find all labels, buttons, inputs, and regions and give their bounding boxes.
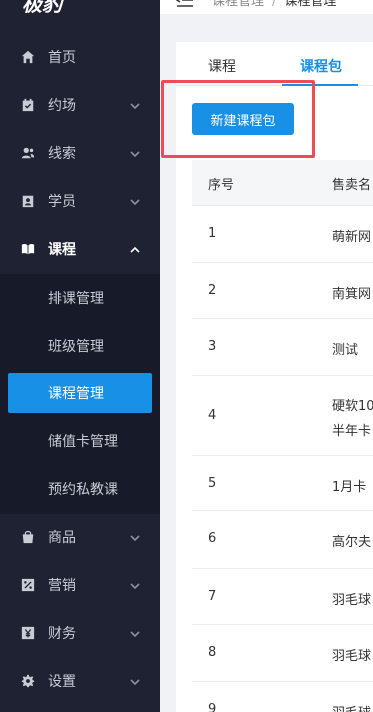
sidebar-item-leads[interactable]: 线索 <box>0 129 160 177</box>
chevron-up-icon <box>130 243 142 255</box>
row-index: 5 <box>208 476 217 491</box>
table-row[interactable]: 2 南箕网 <box>192 263 373 319</box>
row-index: 6 <box>208 531 217 546</box>
row-index: 7 <box>208 589 217 604</box>
row-name: 羽毛球 <box>332 649 372 664</box>
gear-icon <box>20 673 36 689</box>
sidebar-item-home[interactable]: 首页 <box>0 33 160 81</box>
sidebar-item-label: 约场 <box>48 98 76 114</box>
percent-icon <box>20 577 36 593</box>
table-header: 序号 售卖名 <box>192 160 373 206</box>
row-index: 3 <box>208 339 217 354</box>
table-row[interactable]: 7 羽毛球 <box>192 569 373 625</box>
row-index: 1 <box>208 226 217 241</box>
breadcrumb-current: 课程管理 <box>284 0 337 9</box>
sidebar-item-students[interactable]: 学员 <box>0 177 160 225</box>
submenu-item-private-lessons[interactable]: 预约私教课 <box>8 469 152 509</box>
top-header: 课程管理 / 课程管理 <box>160 0 373 14</box>
row-index: 2 <box>208 283 217 298</box>
content-card: 课程 课程包 新建课程包 序号 售卖名 1 萌新网 2 南箕网 3 测试 4 硬… <box>176 42 373 712</box>
sidebar-item-label: 商品 <box>48 530 76 546</box>
table-row[interactable]: 6 高尔夫 <box>192 511 373 569</box>
sidebar-item-settings[interactable]: 设置 <box>0 657 160 705</box>
table-row[interactable]: 1 萌新网 <box>192 206 373 263</box>
row-name: 硬软10 <box>332 399 373 414</box>
submenu-item-scheduling[interactable]: 排课管理 <box>8 278 152 318</box>
breadcrumb-separator: / <box>272 0 277 9</box>
column-header-index: 序号 <box>208 178 235 193</box>
sidebar-item-label: 首页 <box>48 50 76 66</box>
breadcrumb: 课程管理 / 课程管理 <box>212 0 336 9</box>
tab-bar: 课程 课程包 <box>176 42 373 86</box>
chevron-down-icon <box>130 147 142 159</box>
submenu-item-course-management[interactable]: 课程管理 <box>8 373 152 413</box>
sidebar-item-finance[interactable]: 财务 <box>0 609 160 657</box>
active-tab-indicator <box>282 84 358 86</box>
sidebar-item-label: 线索 <box>48 146 76 162</box>
row-name: 1月卡 <box>332 480 367 495</box>
shopping-bag-icon <box>20 529 36 545</box>
table-row[interactable]: 3 测试 <box>192 319 373 376</box>
row-name: 羽毛球 <box>332 702 371 712</box>
row-name: 羽毛球 <box>332 593 372 608</box>
sidebar-item-products[interactable]: 商品 <box>0 513 160 561</box>
row-index: 9 <box>208 702 217 712</box>
submenu-item-stored-value-cards[interactable]: 储值卡管理 <box>8 421 152 461</box>
submenu-item-label: 班级管理 <box>48 339 104 355</box>
id-card-icon <box>20 193 36 209</box>
chevron-down-icon <box>130 627 142 639</box>
chevron-down-icon <box>130 579 142 591</box>
row-index: 8 <box>208 645 217 660</box>
row-index: 4 <box>208 408 217 423</box>
table-row[interactable]: 8 羽毛球 <box>192 625 373 682</box>
chevron-down-icon <box>130 195 142 207</box>
row-name: 南箕网 <box>332 287 372 302</box>
submenu-item-label: 排课管理 <box>48 291 104 307</box>
row-name: 测试 <box>332 343 359 358</box>
sidebar: 极豹 首页 约场 线索 学员 课程 排课管理 班级管理 课程管理 储值卡管理 预… <box>0 0 160 712</box>
row-name: 高尔夫 <box>332 535 372 550</box>
submenu-item-label: 储值卡管理 <box>48 434 118 450</box>
home-icon <box>20 49 36 65</box>
column-header-name: 售卖名 <box>332 178 372 193</box>
submenu-item-label: 课程管理 <box>48 386 104 402</box>
sidebar-item-label: 学员 <box>48 194 76 210</box>
yen-icon <box>20 625 36 641</box>
sidebar-item-label: 财务 <box>48 626 76 642</box>
sidebar-item-label: 设置 <box>48 674 76 690</box>
table-row[interactable]: 9 羽毛球 <box>192 682 373 712</box>
submenu-item-label: 预约私教课 <box>48 482 118 498</box>
book-icon <box>20 241 36 257</box>
chevron-down-icon <box>130 99 142 111</box>
users-icon <box>20 145 36 161</box>
app-logo: 极豹 <box>22 0 62 16</box>
sidebar-item-label: 课程 <box>48 242 76 258</box>
chevron-down-icon <box>130 531 142 543</box>
row-name-line2: 半年卡 <box>332 424 372 439</box>
row-name: 萌新网 <box>332 230 372 245</box>
course-package-table: 序号 售卖名 1 萌新网 2 南箕网 3 测试 4 硬软10 半年卡 5 1月卡… <box>192 160 373 712</box>
calendar-check-icon <box>20 97 36 113</box>
sidebar-item-label: 营销 <box>48 578 76 594</box>
new-course-package-button[interactable]: 新建课程包 <box>192 103 294 135</box>
table-row[interactable]: 5 1月卡 <box>192 456 373 511</box>
sidebar-item-booking[interactable]: 约场 <box>0 81 160 129</box>
tab-course-packages[interactable]: 课程包 <box>300 56 342 76</box>
sidebar-item-marketing[interactable]: 营销 <box>0 561 160 609</box>
breadcrumb-item[interactable]: 课程管理 <box>212 0 264 9</box>
tab-courses[interactable]: 课程 <box>208 56 236 76</box>
menu-fold-icon[interactable] <box>175 0 194 7</box>
submenu-item-classes[interactable]: 班级管理 <box>8 326 152 366</box>
table-row[interactable]: 4 硬软10 半年卡 <box>192 376 373 456</box>
chevron-down-icon <box>130 675 142 687</box>
sidebar-item-courses[interactable]: 课程 <box>0 225 160 273</box>
